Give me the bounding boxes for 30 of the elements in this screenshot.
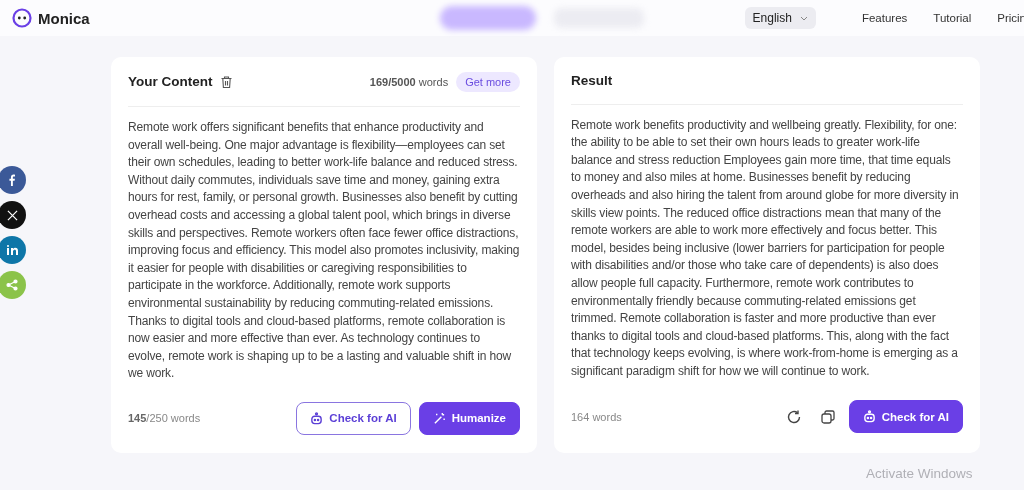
chevron-down-icon: [799, 15, 808, 21]
robot-icon: [310, 411, 324, 425]
activation-notice: Activate Windows: [866, 466, 973, 481]
share-button[interactable]: [0, 201, 26, 229]
word-count: 169/5000 words: [369, 75, 449, 88]
magic-wand-icon: [432, 411, 446, 425]
robot-icon: [862, 410, 876, 424]
x-logo-icon: [6, 209, 18, 221]
share-button[interactable]: [0, 166, 26, 194]
word-count: 164 words: [571, 410, 623, 423]
trash-icon[interactable]: [220, 75, 232, 88]
panel-title: Result: [571, 72, 613, 88]
nav-link[interactable]: Tutorial: [933, 12, 972, 24]
share-icon: [6, 279, 18, 291]
facebook-icon: [8, 174, 16, 186]
humanize-button[interactable]: Humanize: [418, 401, 520, 435]
input-text[interactable]: Remote work offers significant benefits that enhance productivity and overall well-being. One major advantage is flexibility—employees can set their own schedules, leading to better work-life balance and reduced stress. Without daily commutes, individuals save time and money, gaining extra hours for rest, family, or personal growth. Businesses also benefit by cutting overhead costs and accessing a global talent pool, which brings in diverse skills and perspectives. Remote workers often face fewer office distractions, improving focus and efficiency. This model also promotes inclusivity, making it easier for people with disabilities or caregiving responsibilities to participate in the workforce. Additionally, remote work supports environmental sustainability by reducing commuting-related emissions. Thanks to digital tools and cloud-based platforms, remote collaboration is now easier and more effective than ever. As technology continues to evolve, remote work is shaping up to be a lasting and valuable shift in how we work.: [128, 119, 520, 383]
language-selector[interactable]: English: [744, 7, 816, 29]
logo-icon: [12, 8, 32, 28]
nav-link[interactable]: Features: [861, 12, 908, 24]
brand-name: Monica: [38, 9, 90, 27]
copy-icon[interactable]: [820, 409, 835, 424]
refresh-icon[interactable]: [785, 408, 802, 425]
check-ai-button[interactable]: Check for AI: [848, 400, 963, 434]
linkedin-icon: [6, 245, 18, 255]
word-count: 145/250 words: [128, 412, 202, 424]
result-text: Remote work benefits productivity and wellbeing greatly. Flexibility, for one: the ability to be able to set their own hours leads to greater work-life balance and stress reduction Employees gain more time, that time equals to money and also miles at home. Businesses benefit by reducing overheads and also hiring the talent from around globe for more diversity in skills view points. The reduced office distractions mean that many of the remote workers are able to work more effectively and focus better. This model, besides being inclusive (lower barriers for participation for people with disabilities and/or those who take care of dependents) is also does allow people full capacity. Furthermore, remote work contributes to environmentally friendly because commuting-related emissions get trimmed. Remote collaboration is faster and more productive than ever thanks to digital tools and cloud-based platforms. This, along with the fact that technology keeps evolving, is where work-from-home is emerging as a significant paradigm shift for how we will continue to work.: [571, 116, 960, 380]
check-ai-button[interactable]: Check for AI: [296, 401, 411, 435]
get-more-button[interactable]: Get more: [456, 71, 520, 92]
panel-title: Your Content: [128, 74, 213, 89]
